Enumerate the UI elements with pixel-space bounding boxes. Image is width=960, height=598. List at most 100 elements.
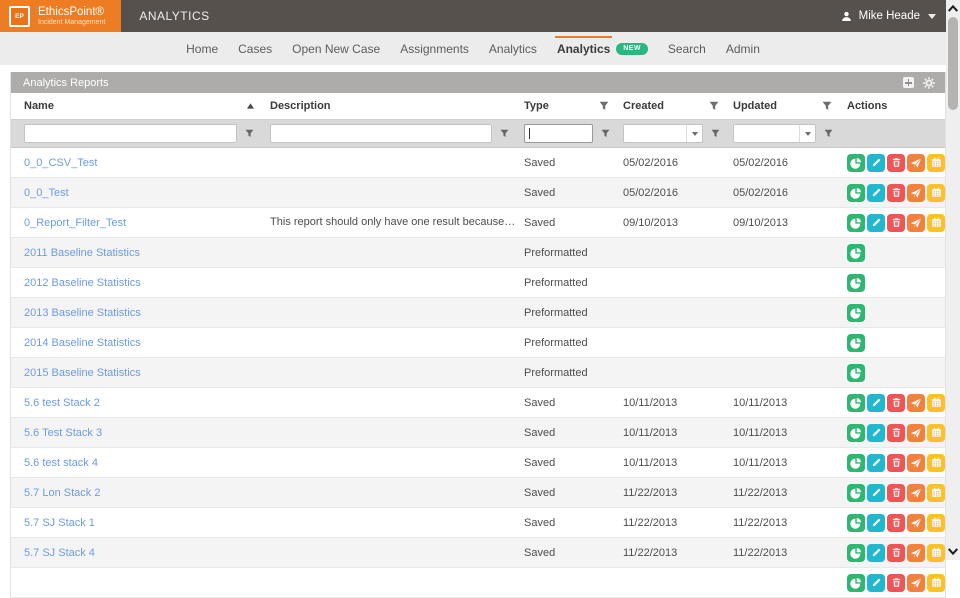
delete-report-button[interactable] [887, 544, 905, 562]
send-report-button[interactable] [907, 514, 925, 532]
send-report-button[interactable] [907, 484, 925, 502]
grid-settings-button[interactable] [923, 77, 935, 89]
nav-item-open-new-case[interactable]: Open New Case [290, 32, 382, 65]
schedule-report-button[interactable] [927, 424, 945, 442]
schedule-report-button[interactable] [927, 574, 945, 592]
schedule-report-button[interactable] [927, 544, 945, 562]
description-filter-input[interactable] [271, 127, 491, 140]
type-filter-menu-button[interactable] [593, 129, 617, 138]
view-report-button[interactable] [847, 154, 865, 172]
view-report-button[interactable] [847, 304, 865, 322]
send-report-button[interactable] [907, 184, 925, 202]
report-name-link[interactable]: 2012 Baseline Statistics [24, 277, 141, 289]
column-header-name[interactable]: Name [11, 93, 267, 119]
delete-report-button[interactable] [887, 154, 905, 172]
edit-report-button[interactable] [867, 544, 885, 562]
view-report-button[interactable] [847, 394, 865, 412]
column-header-type[interactable]: Type [522, 93, 621, 119]
scrollbar-thumb[interactable] [948, 17, 958, 110]
nav-item-cases[interactable]: Cases [236, 32, 274, 65]
delete-report-button[interactable] [887, 394, 905, 412]
delete-report-button[interactable] [887, 514, 905, 532]
scroll-down-button[interactable] [946, 544, 960, 558]
schedule-report-button[interactable] [927, 154, 945, 172]
nav-item-admin[interactable]: Admin [724, 32, 762, 65]
report-name-link[interactable]: 5.7 SJ Stack 4 [24, 547, 95, 559]
filter-funnel-icon[interactable] [822, 101, 832, 111]
nav-item-analytics[interactable]: Analytics [487, 32, 539, 65]
view-report-button[interactable] [847, 274, 865, 292]
user-menu[interactable]: Mike Heade [840, 0, 936, 32]
vertical-scrollbar[interactable] [946, 0, 960, 560]
filter-funnel-icon[interactable] [709, 101, 719, 111]
send-report-button[interactable] [907, 574, 925, 592]
updated-datepicker-button[interactable] [799, 125, 815, 142]
send-report-button[interactable] [907, 154, 925, 172]
edit-report-button[interactable] [867, 484, 885, 502]
created-datepicker-button[interactable] [686, 125, 702, 142]
edit-report-button[interactable] [867, 514, 885, 532]
report-name-link[interactable]: 5.7 SJ Stack 1 [24, 517, 95, 529]
schedule-report-button[interactable] [927, 184, 945, 202]
nav-item-analytics-new[interactable]: Analytics NEW [555, 32, 650, 65]
report-name-link[interactable]: 5.6 test Stack 2 [24, 397, 100, 409]
send-report-button[interactable] [907, 214, 925, 232]
delete-report-button[interactable] [887, 424, 905, 442]
report-name-link[interactable]: 0_Report_Filter_Test [24, 217, 126, 229]
delete-report-button[interactable] [887, 574, 905, 592]
report-name-link[interactable]: 5.7 Lon Stack 2 [24, 487, 100, 499]
send-report-button[interactable] [907, 454, 925, 472]
created-filter-menu-button[interactable] [703, 129, 727, 138]
name-filter-input[interactable] [25, 127, 236, 140]
description-filter-menu-button[interactable] [492, 129, 516, 138]
view-report-button[interactable] [847, 244, 865, 262]
scroll-up-button[interactable] [946, 1, 960, 15]
created-filter-input[interactable] [624, 127, 686, 140]
updated-filter-menu-button[interactable] [816, 129, 840, 138]
schedule-report-button[interactable] [927, 214, 945, 232]
delete-report-button[interactable] [887, 184, 905, 202]
nav-item-assignments[interactable]: Assignments [398, 32, 471, 65]
view-report-button[interactable] [847, 184, 865, 202]
nav-item-search[interactable]: Search [666, 32, 708, 65]
edit-report-button[interactable] [867, 184, 885, 202]
nav-item-home[interactable]: Home [184, 32, 220, 65]
schedule-report-button[interactable] [927, 514, 945, 532]
delete-report-button[interactable] [887, 214, 905, 232]
send-report-button[interactable] [907, 424, 925, 442]
view-report-button[interactable] [847, 544, 865, 562]
name-filter-menu-button[interactable] [237, 129, 261, 138]
edit-report-button[interactable] [867, 394, 885, 412]
schedule-report-button[interactable] [927, 454, 945, 472]
view-report-button[interactable] [847, 214, 865, 232]
send-report-button[interactable] [907, 394, 925, 412]
view-report-button[interactable] [847, 484, 865, 502]
column-header-description[interactable]: Description [267, 93, 522, 119]
report-name-link[interactable]: 0_0_CSV_Test [24, 157, 97, 169]
edit-report-button[interactable] [867, 214, 885, 232]
view-report-button[interactable] [847, 424, 865, 442]
column-header-created[interactable]: Created [621, 93, 731, 119]
edit-report-button[interactable] [867, 574, 885, 592]
view-report-button[interactable] [847, 454, 865, 472]
view-report-button[interactable] [847, 574, 865, 592]
filter-funnel-icon[interactable] [599, 101, 609, 111]
send-report-button[interactable] [907, 544, 925, 562]
report-name-link[interactable]: 2014 Baseline Statistics [24, 337, 141, 349]
edit-report-button[interactable] [867, 154, 885, 172]
view-report-button[interactable] [847, 364, 865, 382]
schedule-report-button[interactable] [927, 484, 945, 502]
report-name-link[interactable]: 0_0_Test [24, 187, 69, 199]
column-header-updated[interactable]: Updated [731, 93, 844, 119]
report-name-link[interactable]: 5.6 Test Stack 3 [24, 427, 102, 439]
delete-report-button[interactable] [887, 484, 905, 502]
edit-report-button[interactable] [867, 454, 885, 472]
schedule-report-button[interactable] [927, 394, 945, 412]
view-report-button[interactable] [847, 334, 865, 352]
delete-report-button[interactable] [887, 454, 905, 472]
type-filter-input[interactable] [525, 127, 592, 140]
add-report-button[interactable] [902, 77, 914, 89]
edit-report-button[interactable] [867, 424, 885, 442]
report-name-link[interactable]: 2013 Baseline Statistics [24, 307, 141, 319]
report-name-link[interactable]: 2011 Baseline Statistics [24, 247, 140, 259]
